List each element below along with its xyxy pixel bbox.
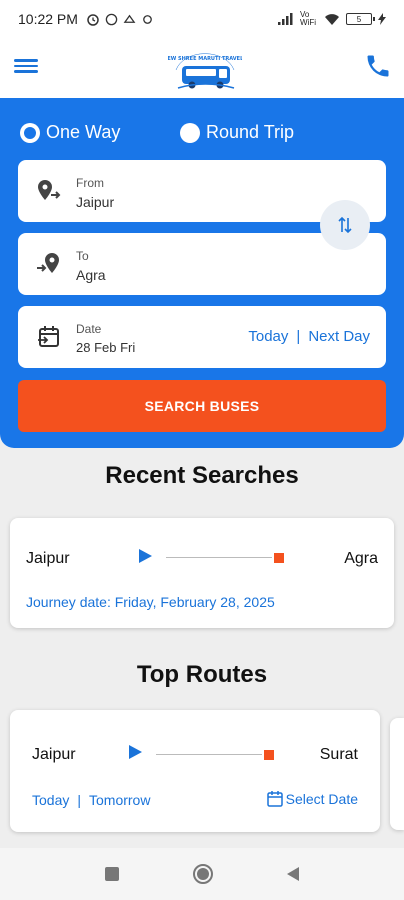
next-route-card-peek[interactable] [390, 718, 404, 830]
phone-icon[interactable] [364, 52, 392, 80]
date-label: Date [76, 322, 102, 336]
date-value: 28 Feb Fri [76, 340, 136, 355]
route-end-icon [264, 750, 274, 760]
whatsapp-icon [105, 13, 118, 25]
hamburger-menu-icon[interactable] [14, 56, 38, 78]
route-line [166, 557, 272, 558]
calendar-icon [38, 326, 59, 347]
recent-searches-title: Recent Searches [105, 462, 299, 489]
to-value: Agra [76, 267, 106, 283]
route-start-icon [129, 745, 142, 759]
battery-icon: 5 [346, 13, 375, 25]
date-quick-links: Today | Next Day [248, 328, 370, 345]
swap-locations-button[interactable] [320, 200, 370, 250]
notification-icon [123, 14, 136, 23]
route-line [156, 754, 262, 755]
select-date-button[interactable]: Select Date [266, 790, 358, 808]
status-right-icons: Vo WiFi 5 [278, 11, 386, 27]
top-route-card[interactable]: Jaipur Surat Today | Tomorrow Select Dat… [10, 710, 380, 832]
recent-from-city: Jaipur [26, 550, 70, 567]
one-way-radio[interactable]: One Way [20, 122, 120, 143]
alarm-icon [87, 14, 99, 26]
vowifi-label: Vo WiFi [300, 10, 316, 27]
status-notification-icons [86, 12, 154, 26]
route-end-icon [274, 553, 284, 563]
search-buses-button[interactable]: SEARCH BUSES [18, 380, 386, 432]
radio-selected-icon [20, 122, 40, 143]
back-icon[interactable] [287, 867, 299, 881]
system-nav-bar [0, 848, 404, 900]
date-separator: | [296, 328, 301, 345]
route-from-city: Jaipur [32, 746, 76, 763]
recent-to-city: Agra [344, 550, 378, 567]
svg-text:NEW SHREE MARUTI TRAVELS: NEW SHREE MARUTI TRAVELS [168, 56, 242, 62]
from-value: Jaipur [76, 194, 115, 210]
today-link[interactable]: Today [248, 328, 288, 345]
departure-location-icon [38, 180, 61, 200]
battery-level: 5 [356, 14, 362, 24]
route-today-link[interactable]: Today [32, 792, 69, 808]
radio-unselected-icon [180, 122, 200, 143]
journey-date: Journey date: Friday, February 28, 2025 [26, 594, 275, 610]
top-routes-title: Top Routes [136, 661, 268, 688]
swap-arrows-icon [338, 216, 352, 234]
date-field[interactable]: Date 28 Feb Fri Today | Next Day [18, 306, 386, 368]
arrival-location-icon [37, 253, 59, 273]
app-notification-icon [143, 14, 152, 24]
round-trip-label: Round Trip [206, 122, 295, 142]
from-label: From [76, 176, 104, 190]
one-way-label: One Way [46, 122, 121, 142]
round-trip-radio[interactable]: Round Trip [180, 122, 294, 143]
route-to-city: Surat [319, 746, 358, 763]
status-time: 10:22 PM [18, 11, 78, 27]
route-date-links: Today | Tomorrow [32, 792, 150, 808]
route-start-icon [139, 549, 152, 563]
calendar-icon [266, 791, 283, 807]
status-bar: 10:22 PM Vo WiFi 5 [0, 0, 404, 38]
recent-search-card[interactable]: Jaipur Agra Journey date: Friday, Februa… [10, 518, 394, 628]
route-date-separator: | [77, 792, 81, 808]
next-day-link[interactable]: Next Day [308, 328, 370, 345]
wifi-icon [325, 14, 339, 25]
select-date-label: Select Date [285, 791, 358, 807]
app-header: NEW SHREE MARUTI TRAVELS [0, 38, 404, 98]
home-icon[interactable] [193, 864, 213, 884]
to-label: To [76, 249, 89, 263]
charging-icon [378, 13, 386, 25]
route-tomorrow-link[interactable]: Tomorrow [89, 792, 150, 808]
search-panel: One Way Round Trip From Jaipur To Agra D… [0, 98, 404, 448]
company-logo: NEW SHREE MARUTI TRAVELS [168, 53, 242, 89]
recent-apps-icon[interactable] [105, 867, 119, 881]
signal-icon [278, 13, 293, 25]
